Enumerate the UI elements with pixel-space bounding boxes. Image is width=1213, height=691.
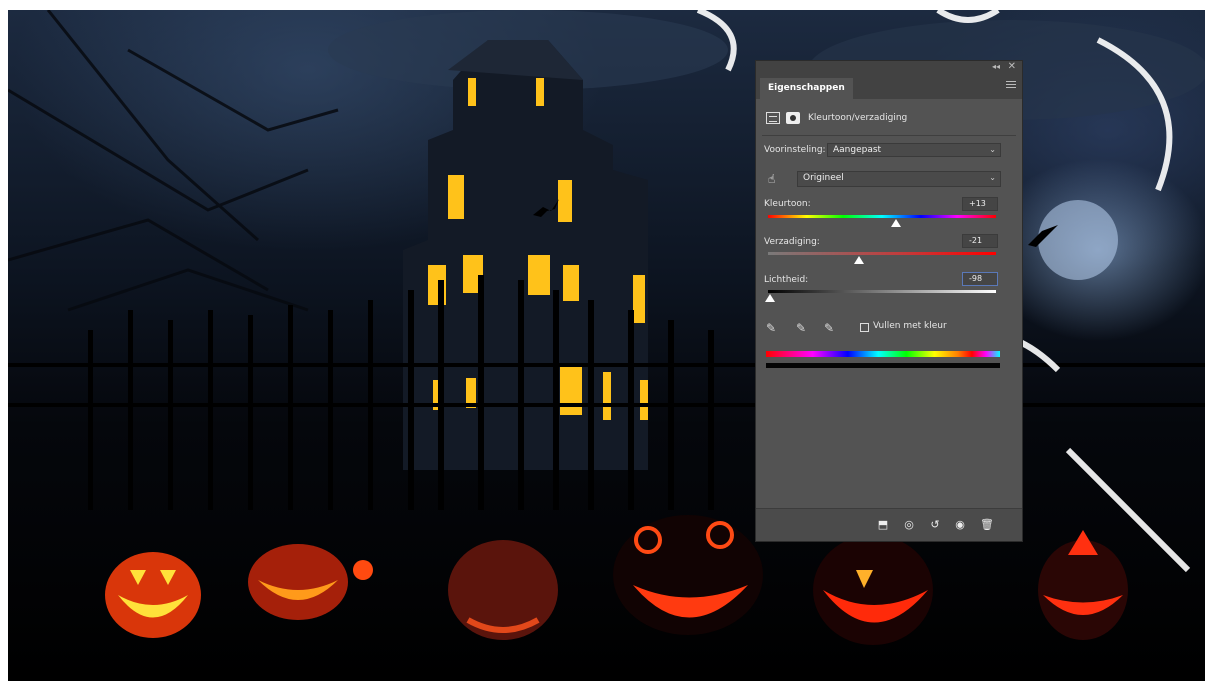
divider [762,135,1016,136]
channel-dropdown[interactable]: Origineel ⌄ [797,171,1001,187]
preset-value: Aangepast [833,145,882,155]
chevron-down-icon: ⌄ [989,173,996,182]
saturation-slider-thumb[interactable] [854,256,865,264]
preset-label: Voorinsteling: [764,145,826,155]
targeted-adjustment-hand-icon[interactable]: ☝ [768,172,782,186]
tab-properties[interactable]: Eigenschappen [760,78,853,99]
hue-saturation-layer-icon [766,112,780,124]
saturation-slider-track[interactable] [768,252,996,255]
hue-slider-track[interactable] [768,215,996,218]
hue-slider-thumb[interactable] [890,219,901,227]
lightness-slider-thumb[interactable] [765,294,776,302]
chevron-down-icon: ⌄ [989,145,996,154]
eyedropper-minus-icon[interactable]: ✎ [824,321,834,335]
hue-value-field[interactable]: +13 [962,197,998,211]
colorize-checkbox[interactable] [860,323,869,332]
channel-value: Origineel [803,173,844,183]
lightness-value-field[interactable]: -98 [962,272,998,286]
panel-menu-icon[interactable] [1006,81,1016,90]
document-canvas[interactable] [8,10,1205,681]
double-chevron-left-icon[interactable]: ◂◂ [992,62,1000,71]
panel-title-bar: ◂◂ ✕ [756,61,1022,75]
clip-to-layer-icon[interactable]: ⬒ [876,518,890,532]
preset-dropdown[interactable]: Aangepast ⌄ [827,143,1001,157]
trash-icon[interactable]: 🗑 [980,518,994,532]
panel-footer: ⬒ ◎ ↺ ◉ 🗑 [756,508,1022,541]
lightness-slider-track[interactable] [768,290,996,293]
properties-panel: ◂◂ ✕ Eigenschappen Kleurtoon/verzadiging… [755,60,1023,542]
colorize-label: Vullen met kleur [873,321,947,331]
hue-label: Kleurtoon: [764,199,811,209]
eyedropper-plus-icon[interactable]: ✎ [796,321,806,335]
lightness-label: Lichtheid: [764,275,809,285]
visibility-eye-icon[interactable]: ◉ [953,518,967,532]
eyedropper-icon[interactable]: ✎ [766,321,776,335]
layer-mask-icon[interactable] [786,112,800,124]
view-previous-state-icon[interactable]: ◎ [902,518,916,532]
saturation-label: Verzadiging: [764,237,820,247]
close-icon[interactable]: ✕ [1008,61,1016,72]
reset-icon[interactable]: ↺ [928,518,942,532]
halloween-scene [8,10,1205,645]
output-color-spectrum-bar [766,363,1000,368]
panel-tab-row: Eigenschappen [756,75,1022,99]
adjustment-title: Kleurtoon/verzadiging [808,113,908,123]
input-color-spectrum-bar [766,351,1000,357]
saturation-value-field[interactable]: -21 [962,234,998,248]
